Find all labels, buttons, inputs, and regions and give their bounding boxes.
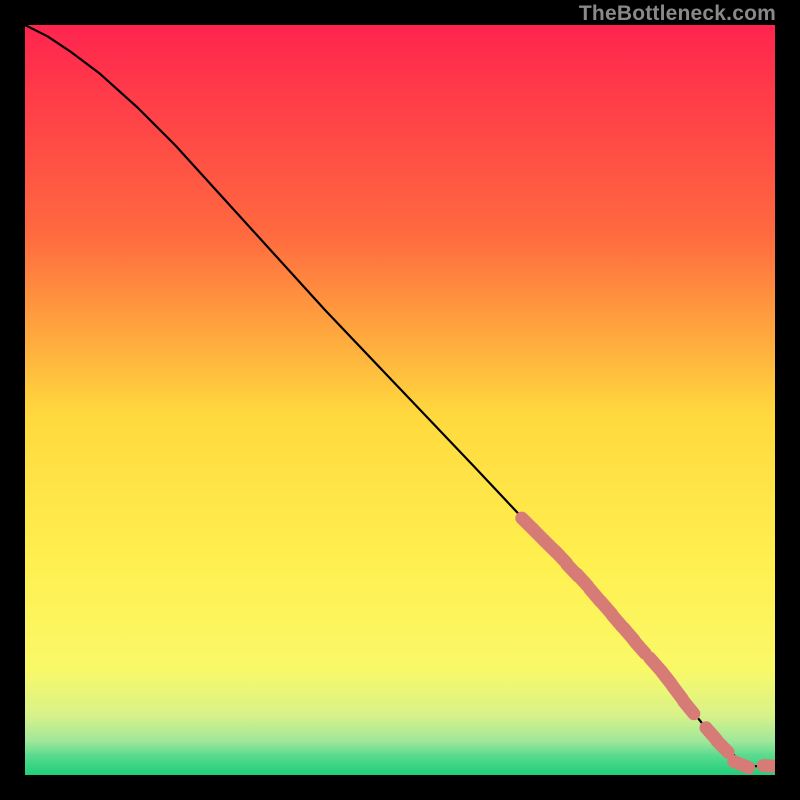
plot-area [25,25,775,775]
highlight-dot [684,701,694,713]
highlight-dot [734,762,749,768]
gradient-background [25,25,775,775]
highlight-dot [717,741,728,752]
highlight-dot [635,642,646,654]
chart-svg [25,25,775,775]
highlight-dot [763,766,775,767]
chart-frame: TheBottleneck.com [0,0,800,800]
watermark-text: TheBottleneck.com [579,2,776,26]
